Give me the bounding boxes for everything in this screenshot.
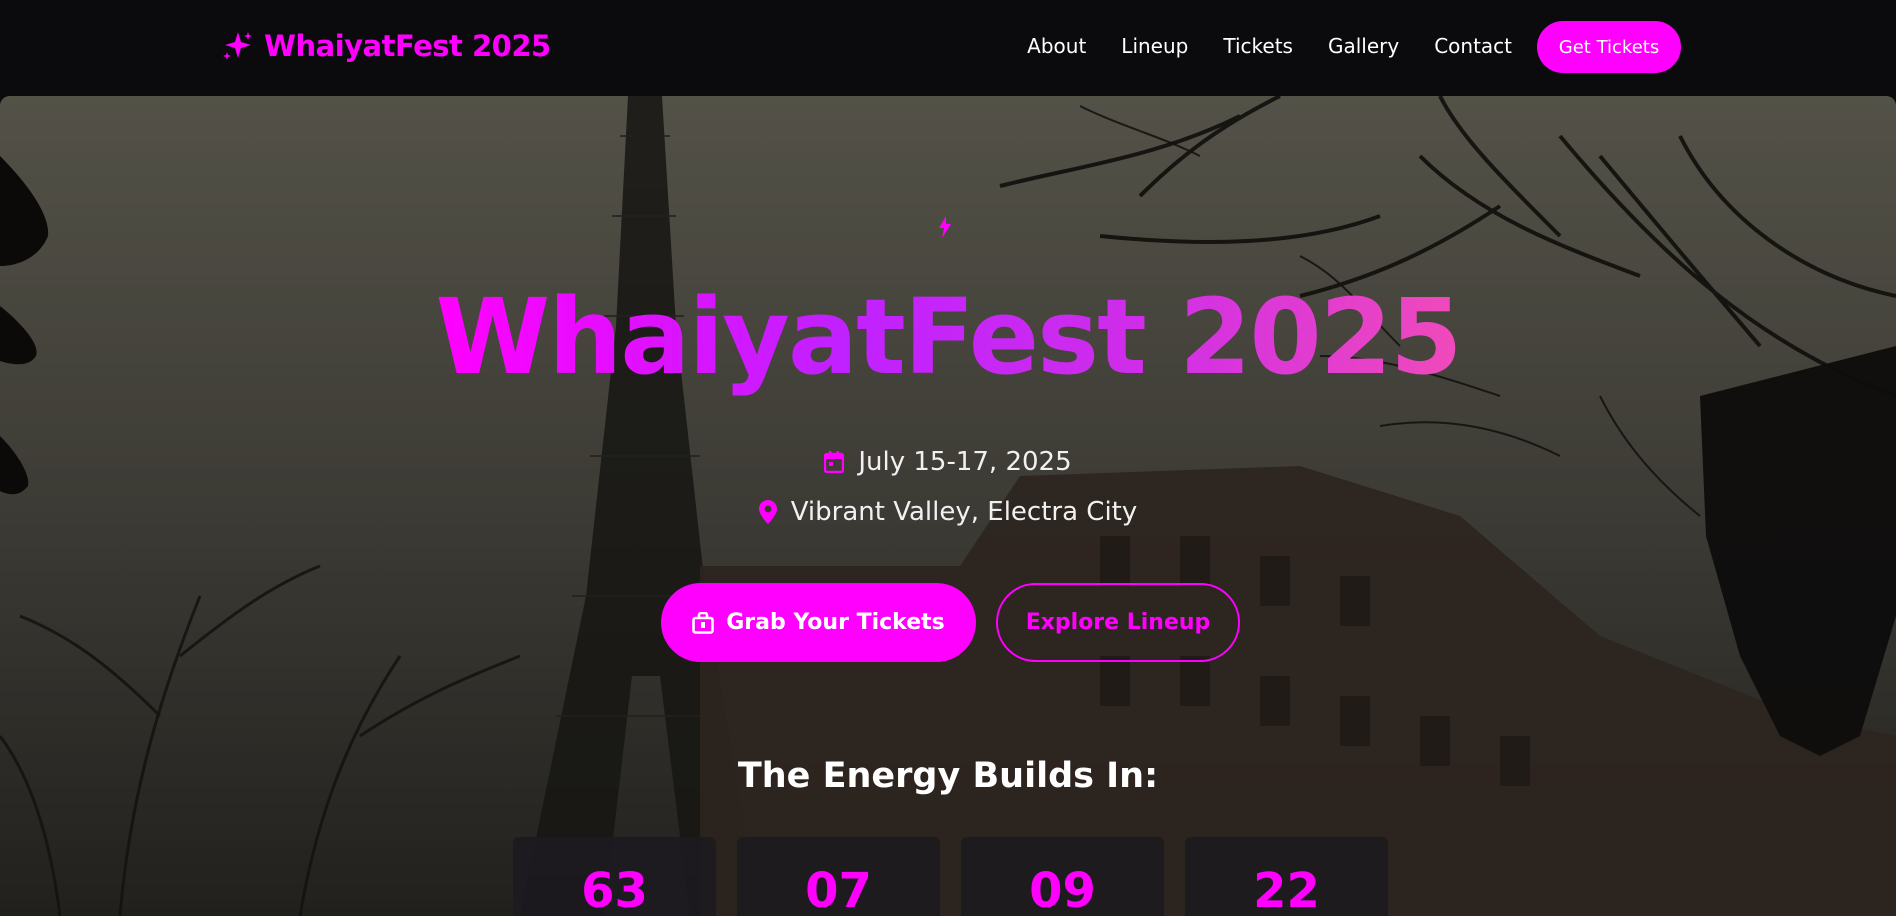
ticket-bag-icon: [692, 611, 715, 634]
map-pin-icon: [758, 500, 777, 524]
countdown-hours: 07: [737, 837, 940, 916]
countdown: 63 07 09 22: [513, 837, 1409, 916]
brand-name: WhaiyatFest 2025: [264, 29, 551, 63]
event-location: Vibrant Valley, Electra City: [0, 494, 1896, 530]
brand-logo[interactable]: WhaiyatFest 2025: [222, 26, 551, 66]
countdown-days: 63: [513, 837, 716, 916]
nav-link-about[interactable]: About: [1027, 34, 1086, 58]
countdown-minutes: 09: [961, 837, 1164, 916]
explore-lineup-button[interactable]: Explore Lineup: [996, 583, 1240, 662]
countdown-seconds: 22: [1185, 837, 1388, 916]
calendar-icon: [824, 451, 845, 473]
nav-link-tickets[interactable]: Tickets: [1223, 34, 1293, 58]
event-location-text: Vibrant Valley, Electra City: [790, 497, 1138, 527]
nav-link-gallery[interactable]: Gallery: [1328, 34, 1399, 58]
hero-section: WhaiyatFest 2025 July 15-17, 2025 Vibran…: [0, 96, 1896, 916]
navbar: WhaiyatFest 2025 About Lineup Tickets Ga…: [0, 0, 1896, 96]
event-date-text: July 15-17, 2025: [858, 447, 1072, 477]
get-tickets-button[interactable]: Get Tickets: [1537, 21, 1681, 73]
grab-tickets-label: Grab Your Tickets: [726, 610, 945, 635]
hero-title: WhaiyatFest 2025: [0, 280, 1896, 394]
sparkle-icon: [223, 32, 252, 60]
nav-link-lineup[interactable]: Lineup: [1121, 34, 1188, 58]
countdown-heading: The Energy Builds In:: [737, 756, 1159, 796]
bolt-icon: [939, 216, 951, 238]
nav-links: About Lineup Tickets Gallery Contact: [992, 30, 1512, 62]
hero-title-text: WhaiyatFest 2025: [435, 276, 1463, 398]
grab-tickets-button[interactable]: Grab Your Tickets: [661, 583, 976, 662]
nav-link-contact[interactable]: Contact: [1434, 34, 1512, 58]
event-date: July 15-17, 2025: [0, 444, 1896, 480]
